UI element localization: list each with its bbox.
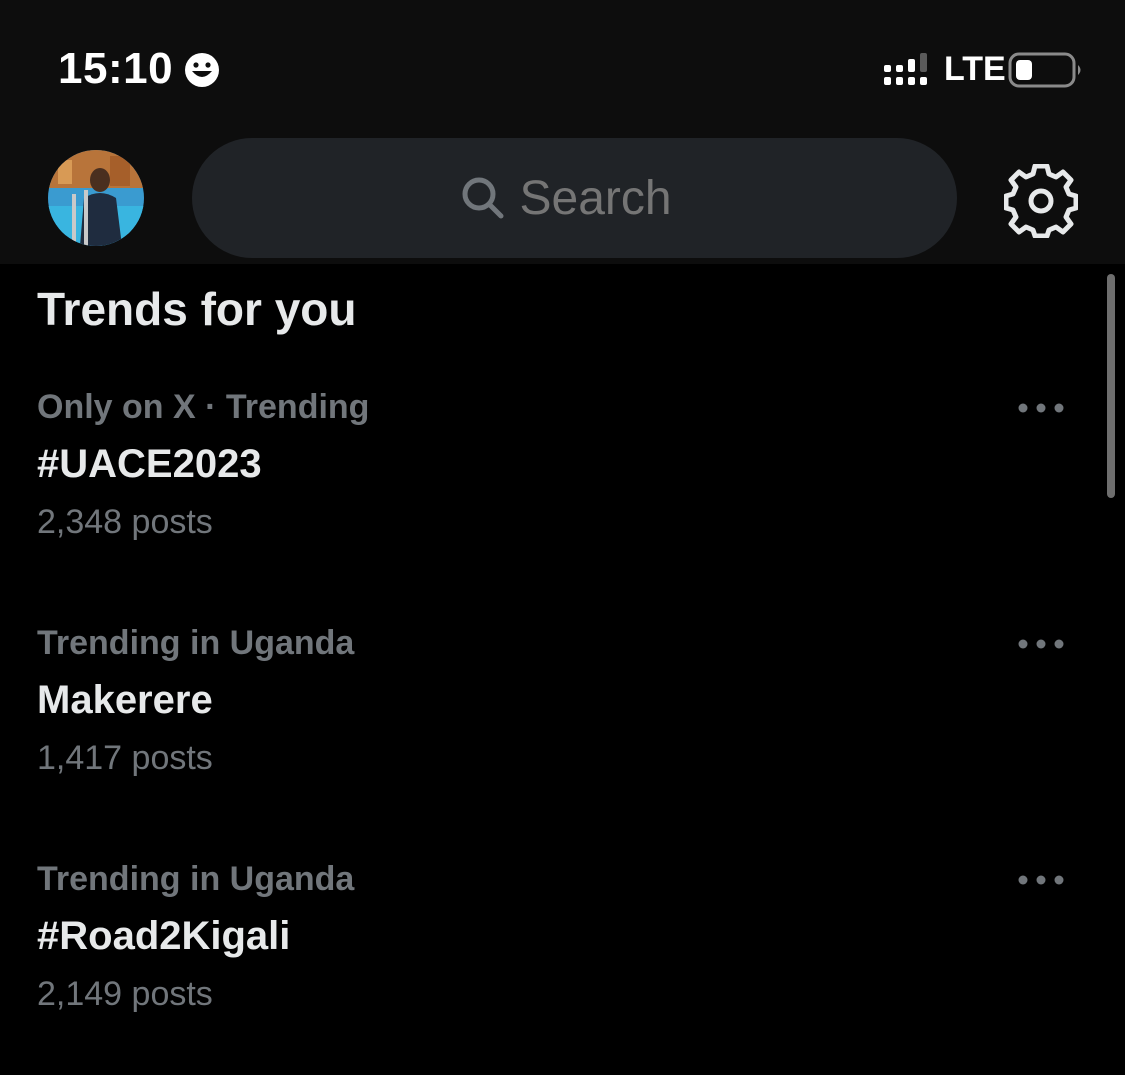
avatar[interactable] [48, 150, 144, 246]
explore-screen: 15:10 LTE Search Trends for you Only on … [0, 0, 1125, 1075]
search-input[interactable] [519, 170, 690, 226]
section-title: Trends for you [37, 283, 357, 335]
trend-name: #Road2Kigali [37, 914, 291, 958]
more-options-icon[interactable] [1014, 634, 1068, 654]
signal-icon [884, 53, 927, 85]
more-options-icon[interactable] [1014, 870, 1068, 890]
status-bar: 15:10 LTE [0, 0, 1125, 130]
network-type: LTE [944, 50, 1006, 88]
trend-name: #UACE2023 [37, 442, 262, 486]
trend-name: Makerere [37, 678, 213, 722]
settings-button[interactable] [1003, 163, 1079, 239]
trend-item[interactable]: Only on X · Trending #UACE2023 2,348 pos… [0, 388, 1100, 588]
search-bar[interactable] [192, 138, 957, 258]
battery-icon [1008, 52, 1081, 88]
trend-item[interactable]: Trending in Uganda Makerere 1,417 posts [0, 624, 1100, 824]
scrollbar[interactable] [1107, 274, 1115, 498]
trend-context: Trending in Uganda [37, 624, 355, 662]
trend-post-count: 1,417 posts [37, 739, 213, 777]
search-icon [462, 177, 503, 219]
more-options-icon[interactable] [1014, 398, 1068, 418]
trend-context: Only on X · Trending [37, 388, 370, 426]
trend-post-count: 2,149 posts [37, 975, 213, 1013]
trend-post-count: 2,348 posts [37, 503, 213, 541]
trend-context: Trending in Uganda [37, 860, 355, 898]
status-time: 15:10 [58, 44, 174, 93]
smiley-icon [185, 53, 219, 87]
trend-item[interactable]: Trending in Uganda #Road2Kigali 2,149 po… [0, 860, 1100, 1060]
avatar-image [48, 150, 144, 246]
gear-icon [1003, 163, 1079, 239]
